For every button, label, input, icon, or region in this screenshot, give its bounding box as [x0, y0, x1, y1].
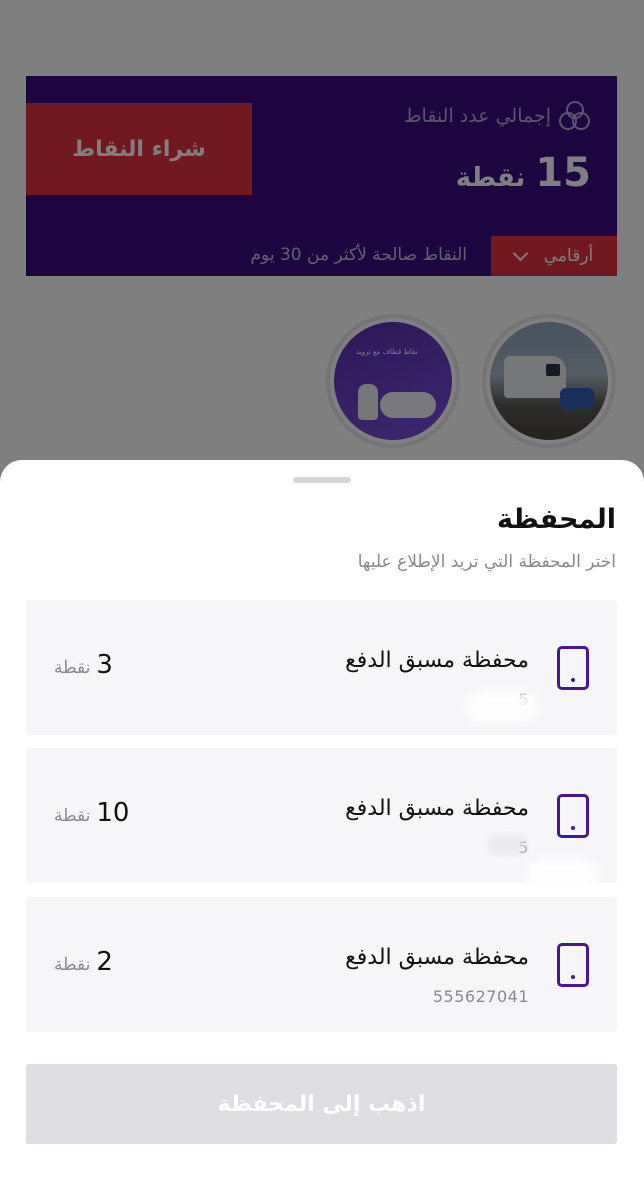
wallet-option[interactable]: محفظة مسبق الدفع 555627041 نقطة 2	[26, 897, 617, 1032]
wallet-points-value: 10	[96, 798, 130, 828]
redaction-blur	[487, 836, 527, 854]
mobile-phone-icon	[557, 794, 589, 838]
wallet-points: نقطة 2	[54, 947, 113, 977]
wallet-number: 555627041	[432, 987, 529, 1006]
go-to-wallet-button[interactable]: اذهب إلى المحفظة	[26, 1064, 617, 1144]
wallet-points-unit: نقطة	[54, 955, 91, 975]
wallet-name: محفظة مسبق الدفع	[345, 945, 529, 970]
wallet-points-value: 3	[96, 650, 113, 680]
wallet-points: نقطة 10	[54, 798, 129, 828]
redaction-blur	[467, 692, 537, 722]
wallet-name: محفظة مسبق الدفع	[345, 796, 529, 821]
wallet-points-unit: نقطة	[54, 658, 91, 678]
sheet-subtitle: اختر المحفظة التي تريد الإطلاع عليها	[357, 552, 616, 572]
redaction-blur	[527, 860, 597, 890]
wallet-points-unit: نقطة	[54, 806, 91, 826]
mobile-phone-icon	[557, 646, 589, 690]
wallet-option[interactable]: محفظة مسبق الدفع 5 نقطة 3	[26, 600, 617, 735]
mobile-phone-icon	[557, 943, 589, 987]
wallet-option[interactable]: محفظة مسبق الدفع 5 نقطة 10	[26, 748, 617, 890]
wallet-points-value: 2	[96, 947, 113, 977]
wallet-name: محفظة مسبق الدفع	[345, 648, 529, 673]
wallet-points: نقطة 3	[54, 650, 113, 680]
wallet-picker-sheet: المحفظة اختر المحفظة التي تريد الإطلاع ع…	[0, 460, 644, 1200]
sheet-drag-handle[interactable]	[293, 477, 351, 483]
sheet-title: المحفظة	[496, 504, 616, 535]
